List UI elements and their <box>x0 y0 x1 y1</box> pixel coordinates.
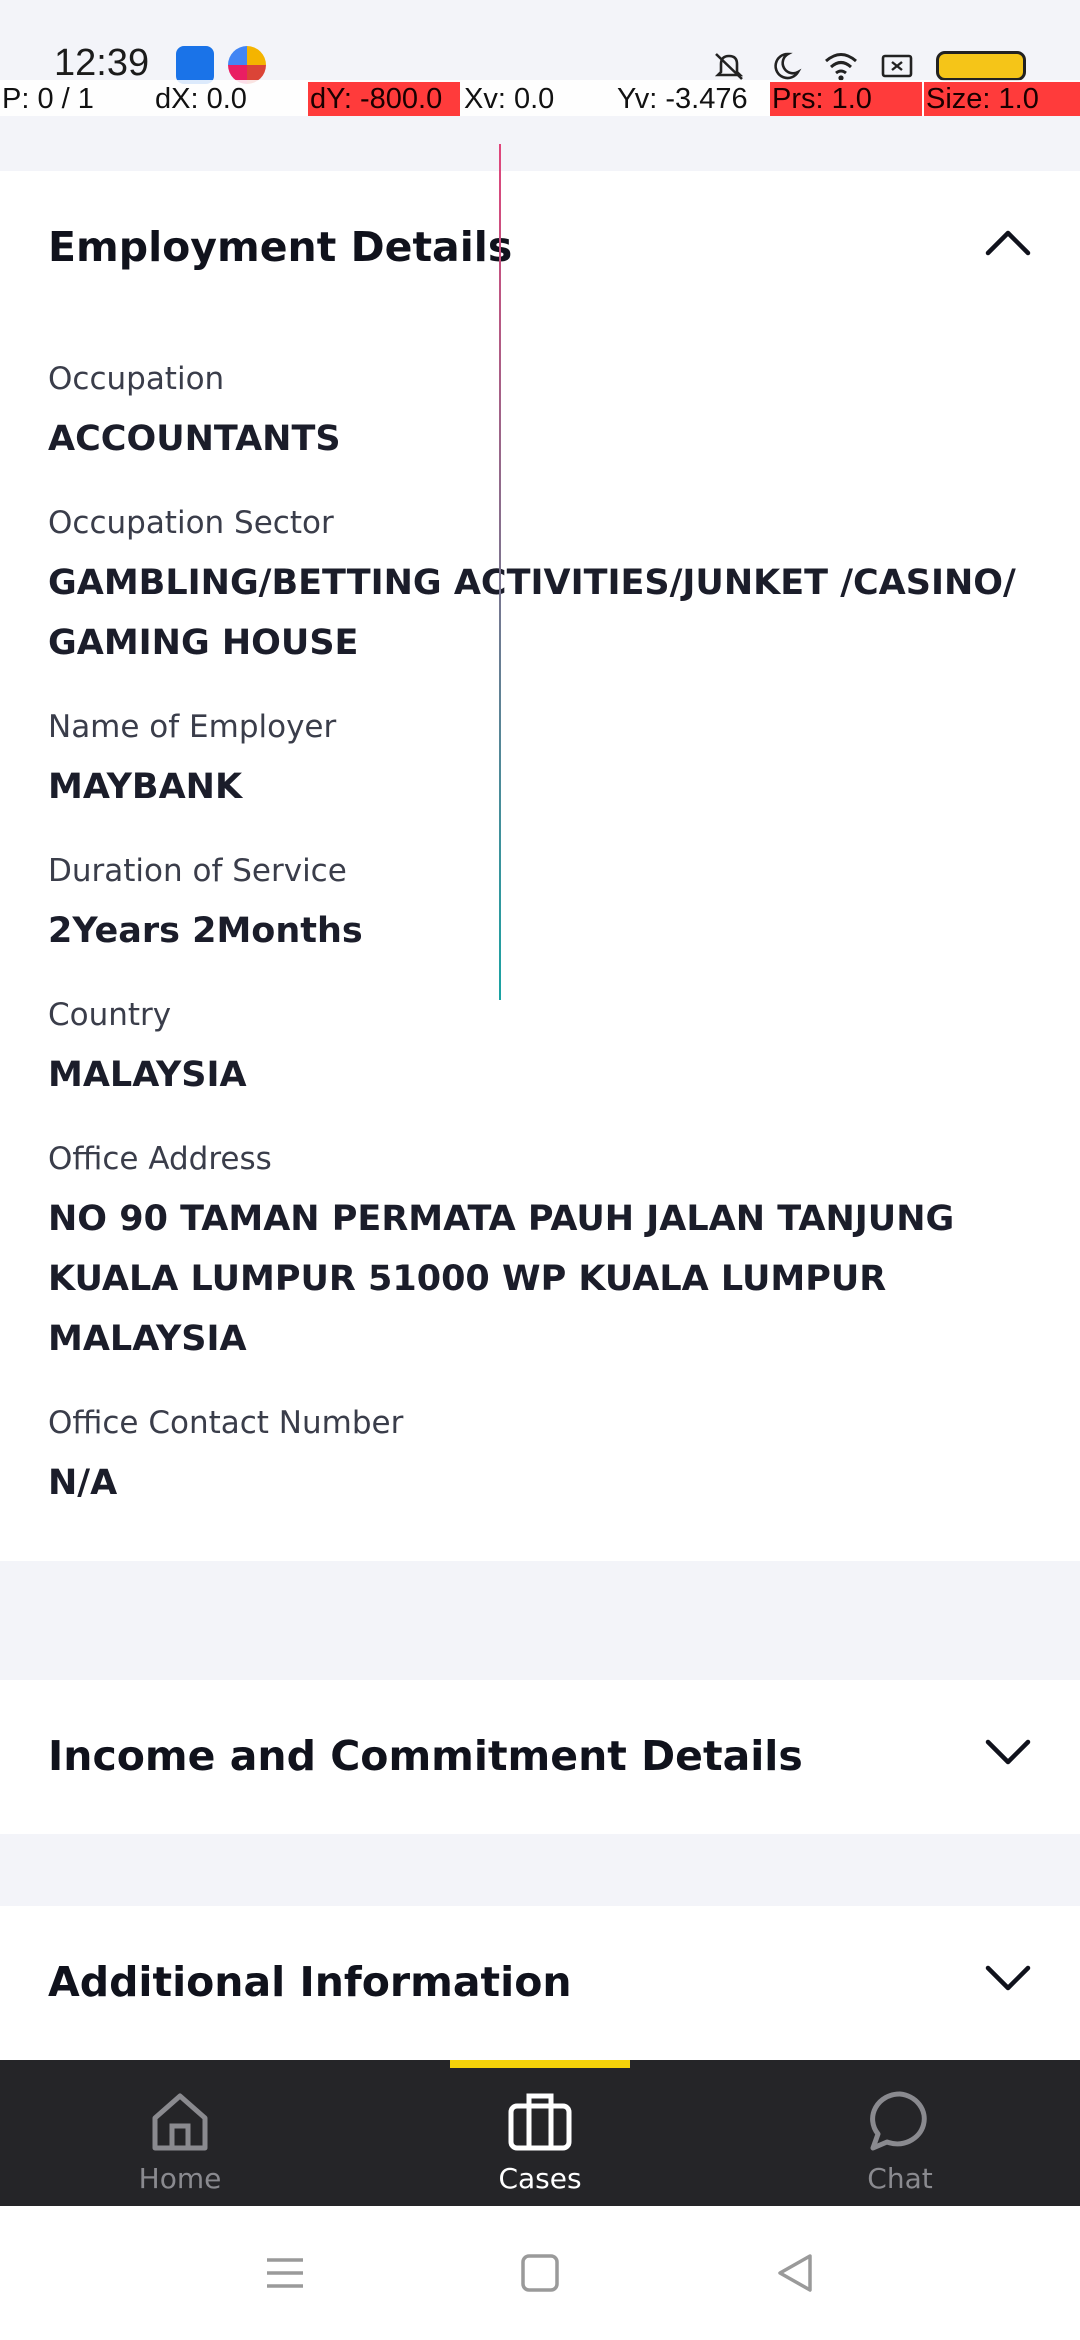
country-label: Country <box>48 997 172 1033</box>
wifi-icon <box>825 53 857 81</box>
occupation-label: Occupation <box>48 361 225 397</box>
nav-chat-label: Chat <box>867 2162 933 2195</box>
nav-cases[interactable]: Cases <box>420 2086 660 2206</box>
system-nav-bar <box>0 2206 1080 2340</box>
country-value: MALAYSIA <box>48 1055 247 1095</box>
additional-information-section[interactable]: Additional Information <box>0 1906 1080 2060</box>
home-icon <box>152 2093 208 2151</box>
occupation-value: ACCOUNTANTS <box>48 419 341 459</box>
touch-trace-line <box>499 144 501 1000</box>
chevron-down-icon[interactable] <box>980 1724 1036 1780</box>
status-time: 12:39 <box>54 42 150 84</box>
chevron-up-icon[interactable] <box>980 215 1036 271</box>
chevron-down-icon[interactable] <box>980 1950 1036 2006</box>
mute-icon <box>714 53 744 80</box>
photos-app-icon <box>228 46 266 84</box>
nav-cases-label: Cases <box>498 2162 582 2195</box>
nav-chat[interactable]: Chat <box>780 2086 1020 2206</box>
active-tab-indicator <box>450 2060 630 2068</box>
debug-yv: Yv: -3.476 <box>617 83 748 115</box>
status-bar: 12:39 <box>0 0 1080 84</box>
office-contact-value: N/A <box>48 1463 118 1503</box>
debug-dx: dX: 0.0 <box>155 83 247 115</box>
office-address-label: Office Address <box>48 1141 272 1177</box>
occupation-sector-label: Occupation Sector <box>48 505 334 541</box>
occupation-sector-value: GAMBLING/BETTING ACTIVITIES/JUNKET /CASI… <box>48 563 1016 663</box>
status-icons <box>712 48 1026 84</box>
debug-size: Size: 1.0 <box>924 82 1080 116</box>
bottom-nav: Home Cases Chat <box>0 2060 1080 2206</box>
debug-xv: Xv: 0.0 <box>464 83 555 115</box>
employer-value: MAYBANK <box>48 767 243 807</box>
pointer-location-overlay: P: 0 / 1 dX: 0.0 dY: -800.0 Xv: 0.0 Yv: … <box>0 80 1080 116</box>
nav-home-label: Home <box>138 2162 222 2195</box>
office-contact-label: Office Contact Number <box>48 1405 404 1441</box>
section-title: Employment Details <box>48 223 513 271</box>
moon-icon <box>774 52 802 80</box>
section-title: Additional Information <box>48 1958 572 2006</box>
nav-home[interactable]: Home <box>60 2086 300 2206</box>
income-commitment-section[interactable]: Income and Commitment Details <box>0 1680 1080 1834</box>
duration-value: 2Years 2Months <box>48 911 363 951</box>
section-title: Income and Commitment Details <box>48 1732 803 1780</box>
home-square-icon[interactable] <box>517 2250 563 2296</box>
debug-pointer: P: 0 / 1 <box>2 83 94 115</box>
screen-record-icon <box>881 54 913 78</box>
back-icon[interactable] <box>772 2250 818 2296</box>
menu-icon[interactable] <box>262 2250 308 2296</box>
debug-dy: dY: -800.0 <box>308 82 460 116</box>
duration-label: Duration of Service <box>48 853 347 889</box>
debug-prs: Prs: 1.0 <box>770 82 922 116</box>
employment-details-section: Employment Details Occupation ACCOUNTANT… <box>0 171 1080 1561</box>
chat-icon <box>870 2091 927 2151</box>
android-app-icon <box>176 46 214 84</box>
briefcase-icon <box>508 2093 572 2151</box>
employment-details-header[interactable]: Employment Details <box>0 171 1080 311</box>
battery-icon <box>936 51 1026 81</box>
employer-label: Name of Employer <box>48 709 337 745</box>
office-address-value: NO 90 TAMAN PERMATA PAUH JALAN TANJUNG K… <box>48 1199 955 1359</box>
